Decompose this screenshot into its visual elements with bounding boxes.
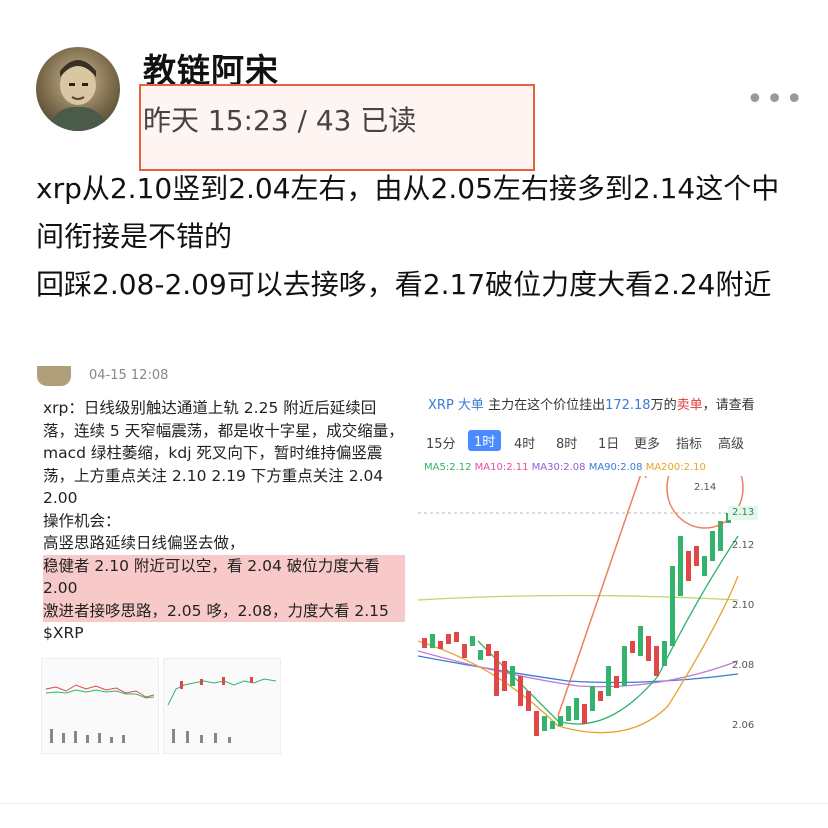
image-left[interactable]: 04-15 12:08 xrp：日线级别触达通道上轨 2.25 附近后延续回落，… (37, 366, 410, 758)
post-paragraph-2: 回踩2.08-2.09可以去接哆，看2.17破位力度大看2.24附近 (36, 268, 772, 301)
banner-side: 卖单 (676, 398, 703, 413)
ma10-label: MA10:2.11 (474, 462, 529, 473)
tab-1d[interactable]: 1日 (598, 433, 619, 452)
post-paragraph-1: xrp从2.10竖到2.04左右，由从2.05左右接多到2.14这个中间衔接是不… (36, 172, 780, 253)
tab-8h[interactable]: 8时 (556, 433, 577, 452)
ma30-label: MA30:2.08 (531, 462, 586, 473)
image-right[interactable]: XRP 大单 主力在这个价位挂出172.18万的卖单，请查看 15分 1时 4时… (418, 366, 758, 758)
timeframe-tabs: 15分 1时 4时 8时 1日 更多 指标 高级 (418, 430, 758, 456)
high-label: 2.14 (694, 482, 717, 493)
chart-thumbnail[interactable] (41, 658, 159, 754)
banner-tag: XRP 大单 (428, 398, 484, 413)
y-axis-label: 2.12 (732, 540, 755, 551)
analysis-line: xrp：日线级别触达通道上轨 2.25 附近后延续回落，连续 5 天窄幅震荡，都… (43, 399, 404, 507)
banner-text: 万的 (650, 398, 677, 413)
banner-amount: 172.18 (605, 398, 651, 413)
analysis-line: $XRP (43, 624, 84, 642)
post-meta: 昨天 15:23 / 43 已读 (143, 104, 417, 137)
tab-advanced[interactable]: 高级 (718, 433, 744, 452)
y-axis-label: 2.06 (732, 720, 755, 731)
tab-more[interactable]: 更多 (634, 433, 660, 452)
banner-text: 主力在这个价位挂出 (488, 398, 606, 413)
tab-4h[interactable]: 4时 (514, 433, 535, 452)
candles (422, 511, 739, 736)
mini-avatar (37, 366, 71, 386)
candlestick-chart[interactable] (418, 476, 758, 758)
ma200-label: MA200:2.10 (645, 462, 706, 473)
avatar[interactable] (36, 47, 120, 131)
analysis-text: xrp：日线级别触达通道上轨 2.25 附近后延续回落，连续 5 天窄幅震荡，都… (43, 397, 405, 645)
analysis-line: 稳健者 2.10 附近可以空，看 2.04 破位力度大看 2.00 (43, 554, 405, 600)
banner-text: ，请查看 (702, 398, 755, 413)
whale-banner[interactable]: XRP 大单 主力在这个价位挂出172.18万的卖单，请查看 (428, 394, 755, 413)
price-current: 2.13 (732, 507, 755, 518)
analysis-line: 高竖思路延续日线偏竖去做， (43, 534, 245, 552)
mini-timestamp: 04-15 12:08 (89, 368, 169, 383)
tab-1h[interactable]: 1时 (468, 430, 502, 451)
analysis-line: 操作机会： (43, 511, 121, 530)
analysis-line: 激进者接哆思路，2.05 哆，2.08，力度大看 2.15 (43, 599, 405, 622)
chart-thumbnail[interactable] (163, 658, 281, 754)
tab-15m[interactable]: 15分 (426, 433, 456, 452)
ma5-label: MA5:2.12 (424, 462, 472, 473)
tab-indicators[interactable]: 指标 (676, 433, 702, 452)
y-axis-label: 2.10 (732, 600, 755, 611)
more-dots-icon[interactable]: ••• (746, 82, 805, 117)
ma90-label: MA90:2.08 (588, 462, 643, 473)
ma-legend: MA5:2.12 MA10:2.11 MA30:2.08 MA90:2.08 M… (424, 462, 706, 473)
y-axis-label: 2.08 (732, 660, 755, 671)
divider (0, 803, 828, 804)
